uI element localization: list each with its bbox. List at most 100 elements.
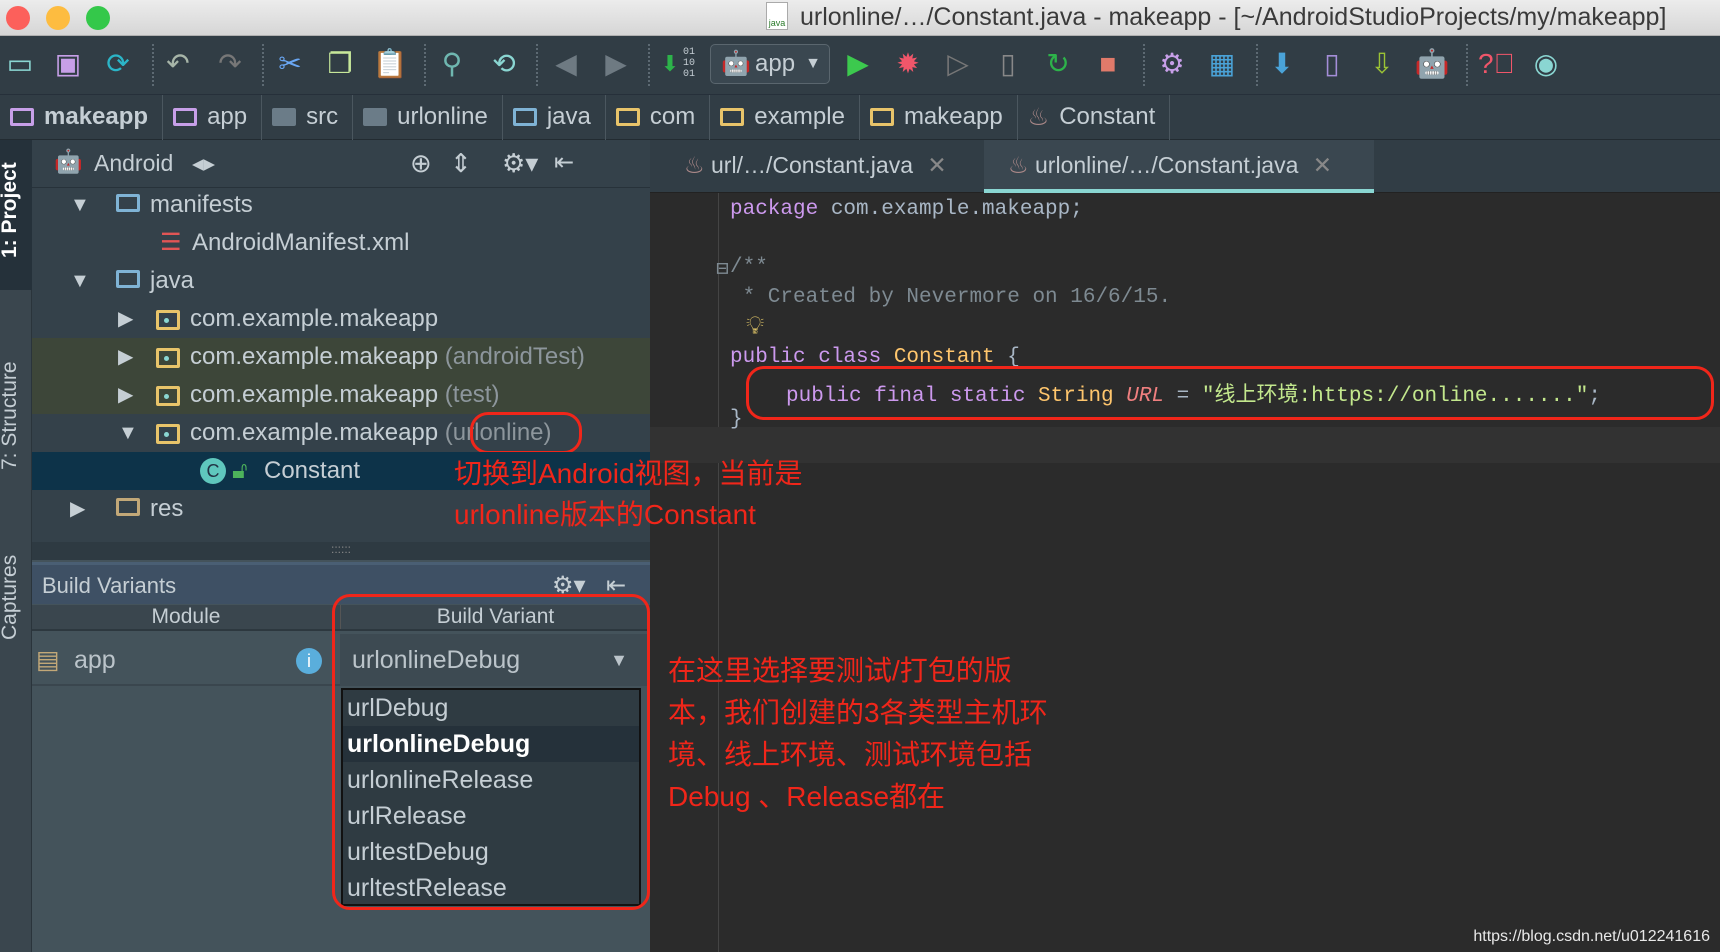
module-icon xyxy=(10,108,34,126)
left-tool-strip: 1: Project 7: Structure Captures xyxy=(0,140,32,952)
cut-icon[interactable]: ✂ xyxy=(272,46,308,82)
breadcrumb-java[interactable]: java xyxy=(503,94,606,140)
package-icon xyxy=(869,108,894,126)
stop-icon[interactable]: ■ xyxy=(1090,46,1126,82)
breadcrumb-app[interactable]: app xyxy=(163,94,263,140)
java-class-icon: ♨ xyxy=(684,152,705,178)
help-icon[interactable]: ?⃝ xyxy=(1478,46,1515,82)
code-line-doc-open[interactable]: /** xyxy=(730,256,768,279)
panel-splitter[interactable]: :::::: xyxy=(32,542,650,560)
package-icon xyxy=(615,108,640,126)
annotation-tree-line-2: urlonline版本的Constant xyxy=(454,499,756,530)
annotation-box-variants xyxy=(332,594,650,910)
breadcrumb-constant[interactable]: ♨ Constant xyxy=(1018,94,1171,140)
collapsed-arrow-icon: ▶ xyxy=(118,384,134,406)
package-icon xyxy=(156,423,180,444)
tree-item-package-test[interactable]: ▶ com.example.makeapp (test) xyxy=(32,376,650,414)
close-tab-icon[interactable]: ✕ xyxy=(1313,152,1332,178)
tree-item-java[interactable]: ▼ java xyxy=(32,262,650,300)
resource-folder-icon xyxy=(116,498,140,516)
module-folder-icon: ▤ xyxy=(36,646,60,674)
package-icon xyxy=(720,108,745,126)
fold-icon[interactable]: ⊟ xyxy=(716,256,729,282)
breadcrumb-example[interactable]: example xyxy=(710,94,860,140)
avd-manager-icon[interactable]: ▯ xyxy=(1314,46,1350,82)
zoom-window-button[interactable] xyxy=(86,6,110,30)
tab-urlonline-constant[interactable]: ♨ urlonline/…/Constant.java ✕ xyxy=(984,140,1374,193)
hide-panel-icon[interactable]: ⇤ xyxy=(554,148,574,177)
structure-tool-tab[interactable]: 7: Structure xyxy=(0,361,22,470)
collapsed-arrow-icon: ▶ xyxy=(118,346,134,368)
debug-icon[interactable]: ✹ xyxy=(890,46,926,82)
tree-item-package-main[interactable]: ▶ com.example.makeapp xyxy=(32,300,650,338)
tree-item-manifests[interactable]: ▼ manifests xyxy=(32,186,650,224)
settings-icon[interactable]: ⚙ xyxy=(1154,46,1190,82)
replace-icon[interactable]: ⟲ xyxy=(486,46,522,82)
sdk-manager-icon[interactable]: ⇩ xyxy=(1364,46,1400,82)
run-icon[interactable]: ▶ xyxy=(840,46,876,82)
breadcrumb-makeapp-package[interactable]: makeapp xyxy=(860,94,1018,140)
collapsed-arrow-icon: ▶ xyxy=(118,308,134,330)
code-line-doc-comment[interactable]: * Created by Nevermore on 16/6/15. xyxy=(730,286,1171,309)
annotation-tree-line-1: 切换到Android视图，当前是 xyxy=(454,458,803,489)
forward-icon[interactable]: ▶ xyxy=(598,46,634,82)
java-class-icon: ♨ xyxy=(1008,152,1029,178)
switch-view-icon[interactable]: ◂▸ xyxy=(192,150,215,177)
capture-icon[interactable]: ◉ xyxy=(1528,46,1564,82)
breadcrumb-urlonline[interactable]: urlonline xyxy=(353,94,503,140)
save-icon[interactable]: ▣ xyxy=(50,46,86,82)
chevron-down-icon: ▼ xyxy=(805,55,821,72)
code-line-package[interactable]: package com.example.makeapp; xyxy=(730,198,1083,221)
breadcrumb-src[interactable]: src xyxy=(262,94,354,140)
close-window-button[interactable] xyxy=(6,6,30,30)
annotation-variant-line-4: Debug 、Release都在 xyxy=(668,781,946,812)
apply-changes-icon[interactable]: ↻ xyxy=(1040,46,1076,82)
paste-icon[interactable]: 📋 xyxy=(372,46,408,82)
undo-icon[interactable]: ↶ xyxy=(160,46,196,82)
column-module: Module xyxy=(151,605,221,628)
expanded-arrow-icon: ▼ xyxy=(118,422,138,444)
folder-icon xyxy=(363,108,388,126)
gutter-divider xyxy=(718,193,719,952)
package-icon xyxy=(156,385,180,406)
project-structure-icon[interactable]: ▦ xyxy=(1204,46,1240,82)
caret-line xyxy=(650,427,1720,463)
captures-tool-tab[interactable]: Captures xyxy=(0,555,22,640)
attach-debugger-icon[interactable]: ▯ xyxy=(990,46,1026,82)
redo-icon[interactable]: ↷ xyxy=(212,46,248,82)
info-icon[interactable]: i xyxy=(296,648,322,674)
open-folder-icon[interactable]: ▭ xyxy=(2,46,38,82)
build-variants-panel: Build Variants ⚙▾ ⇤ Module Build Variant… xyxy=(32,560,650,952)
gear-icon[interactable]: ⚙▾ xyxy=(502,148,538,179)
breadcrumb-com[interactable]: com xyxy=(606,94,711,140)
tree-item-package-androidtest[interactable]: ▶ com.example.makeapp (androidTest) xyxy=(32,338,650,376)
scroll-from-source-icon[interactable]: ⊕ xyxy=(410,148,432,179)
project-view-select[interactable]: Android xyxy=(94,150,173,177)
package-icon xyxy=(156,309,180,330)
run-configuration-select[interactable]: 🤖 app ▼ xyxy=(710,44,830,84)
minimize-window-button[interactable] xyxy=(46,6,70,30)
android-icon: 🤖 xyxy=(721,50,751,77)
code-line-close[interactable]: } xyxy=(730,408,743,431)
run-coverage-icon[interactable]: ▷ xyxy=(940,46,976,82)
tree-item-androidmanifest[interactable]: ☰ AndroidManifest.xml xyxy=(32,224,650,262)
sync-icon[interactable]: ⟳ xyxy=(100,46,136,82)
java-file-icon: java xyxy=(766,2,788,30)
project-tool-tab[interactable]: 1: Project xyxy=(0,162,22,258)
expanded-arrow-icon: ▼ xyxy=(70,270,90,292)
window-title: urlonline/…/Constant.java - makeapp - [~… xyxy=(800,3,1667,31)
folder-icon xyxy=(116,194,140,212)
find-icon[interactable]: ⚲ xyxy=(434,46,470,82)
android-icon: 🤖 xyxy=(54,148,83,174)
collapse-all-icon[interactable]: ⇕ xyxy=(450,148,472,179)
back-icon[interactable]: ◀ xyxy=(548,46,584,82)
breadcrumb: makeapp app src urlonline java com examp… xyxy=(0,94,1720,140)
gradle-sync-icon[interactable]: ⬇ xyxy=(1264,46,1300,82)
java-class-icon: ♨ xyxy=(1027,103,1050,131)
copy-icon[interactable]: ❐ xyxy=(322,46,358,82)
android-device-monitor-icon[interactable]: 🤖 xyxy=(1414,46,1450,82)
close-tab-icon[interactable]: ✕ xyxy=(927,152,946,178)
lightbulb-icon[interactable]: 💡︎ xyxy=(746,312,764,342)
tab-url-constant[interactable]: ♨ url/…/Constant.java ✕ xyxy=(660,140,980,193)
breadcrumb-makeapp[interactable]: makeapp xyxy=(0,94,164,140)
